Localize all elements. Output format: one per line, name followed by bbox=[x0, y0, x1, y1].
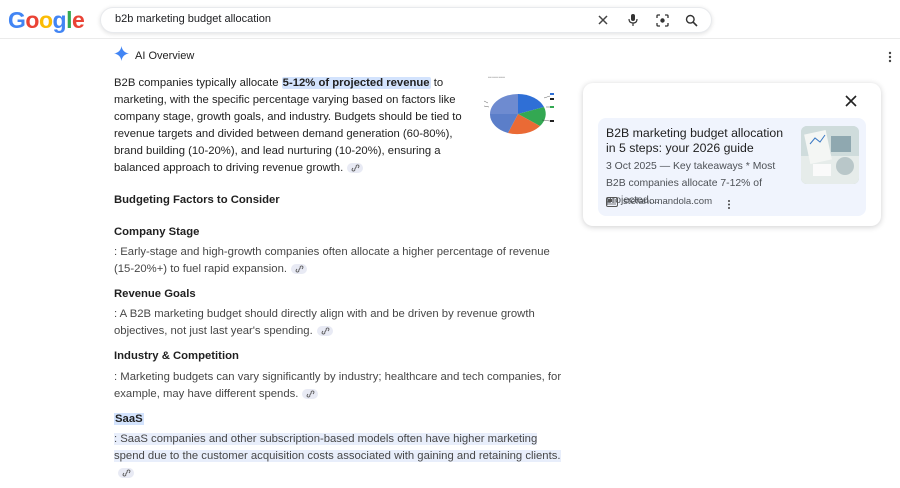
summary-text-end: to marketing, with the specific percenta… bbox=[114, 77, 462, 174]
item-heading-industry: Industry & Competition bbox=[114, 350, 239, 362]
source-link-icon[interactable] bbox=[347, 163, 364, 174]
sparkle-icon bbox=[114, 46, 129, 66]
source-card[interactable]: B2B marketing budget allocation in 5 ste… bbox=[598, 118, 866, 216]
section-heading: Budgeting Factors to Consider bbox=[114, 194, 280, 206]
thumbnail-caption: ▪▪▪▪ ▪▪▪▪▪▪ ▪▪▪▪▪▪▪ bbox=[488, 76, 505, 79]
source-link-icon[interactable] bbox=[302, 389, 319, 400]
source-link-icon[interactable] bbox=[291, 264, 308, 275]
close-panel-icon[interactable] bbox=[842, 92, 860, 110]
search-query[interactable]: b2b marketing budget allocation bbox=[115, 13, 271, 25]
logo-letter: o bbox=[25, 7, 39, 33]
item-body-text: : Early-stage and high-growth companies … bbox=[114, 246, 550, 275]
item-body-industry: : Marketing budgets can vary significant… bbox=[114, 369, 564, 403]
logo-letter: e bbox=[71, 7, 85, 33]
ai-overview-title: AI Overview bbox=[135, 50, 195, 62]
source-domain[interactable]: stefanomandola.com bbox=[623, 196, 712, 207]
close-icon[interactable] bbox=[595, 12, 611, 28]
item-body-text: : Marketing budgets can vary significant… bbox=[114, 371, 562, 400]
source-panel: B2B marketing budget allocation in 5 ste… bbox=[583, 83, 881, 226]
item-body-revenue-goals: : A B2B marketing budget should directly… bbox=[114, 306, 564, 340]
search-box[interactable]: b2b marketing budget allocation bbox=[100, 7, 712, 33]
microphone-icon[interactable] bbox=[625, 12, 641, 28]
logo-letter: G bbox=[8, 7, 26, 33]
budget-chart-thumbnail[interactable]: ▪▪▪▪ ▪▪▪▪▪▪ ▪▪▪▪▪▪▪ bbox=[478, 74, 568, 144]
summary-text-start: B2B companies typically allocate bbox=[114, 77, 282, 89]
site-favicon-icon bbox=[606, 196, 618, 207]
search-icon[interactable] bbox=[683, 12, 699, 28]
logo-letter: o bbox=[38, 7, 53, 33]
item-body-saas: : SaaS companies and other subscription-… bbox=[114, 431, 564, 482]
source-card-image[interactable] bbox=[801, 126, 859, 184]
summary-highlight: 5-12% of projected revenue bbox=[281, 77, 431, 89]
saas-heading-text: SaaS bbox=[114, 413, 144, 425]
item-heading-company-stage: Company Stage bbox=[114, 226, 200, 238]
logo-letter: g bbox=[52, 7, 67, 33]
top-bar: Google b2b marketing budget allocation bbox=[0, 0, 900, 38]
source-link-icon[interactable] bbox=[118, 468, 134, 479]
item-body-text: : SaaS companies and other subscription-… bbox=[114, 433, 561, 462]
source-card-title[interactable]: B2B marketing budget allocation in 5 ste… bbox=[606, 126, 796, 156]
item-body-company-stage: : Early-stage and high-growth companies … bbox=[114, 244, 564, 278]
source-card-site[interactable]: stefanomandola.com bbox=[606, 196, 712, 207]
lens-icon[interactable] bbox=[654, 12, 670, 28]
ai-summary: B2B companies typically allocate 5-12% o… bbox=[114, 75, 464, 177]
more-options-icon[interactable] bbox=[886, 50, 894, 64]
item-heading-revenue-goals: Revenue Goals bbox=[114, 288, 196, 300]
google-logo[interactable]: Google bbox=[8, 7, 85, 34]
source-link-icon[interactable] bbox=[316, 326, 333, 337]
ai-overview-header: AI Overview bbox=[114, 46, 195, 66]
item-heading-saas: SaaS bbox=[114, 413, 144, 425]
header-divider bbox=[0, 38, 900, 39]
source-more-icon[interactable] bbox=[726, 197, 732, 209]
